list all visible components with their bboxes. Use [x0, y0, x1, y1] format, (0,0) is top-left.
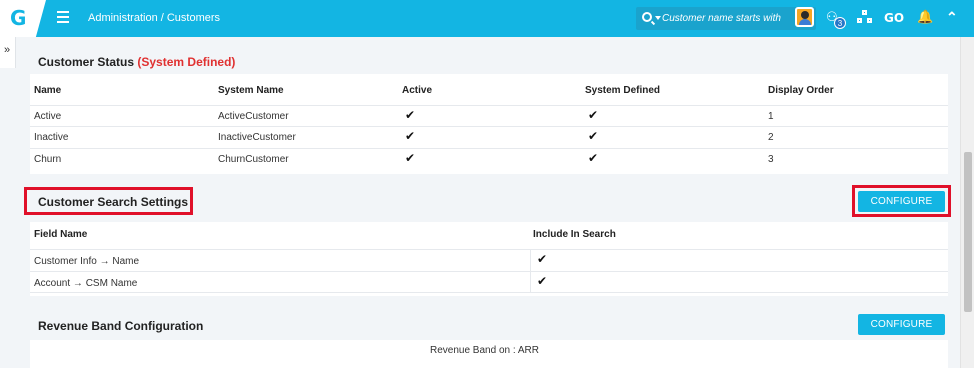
status-title-text: Customer Status [38, 55, 135, 69]
checkmark-icon: ✔ [405, 108, 416, 122]
column-header-display-order: Display Order [768, 85, 834, 96]
global-search[interactable] [636, 7, 816, 30]
column-header-system-name: System Name [218, 85, 284, 96]
app-logo[interactable]: G [0, 0, 46, 37]
cell-name: Active [34, 111, 62, 122]
bell-icon[interactable]: 🔔 [917, 9, 933, 25]
configure-search-button[interactable]: CONFIGURE [858, 191, 945, 212]
column-header-include-in-search: Include In Search [533, 229, 616, 240]
checkmark-icon: ✔ [405, 129, 416, 143]
go-icon[interactable]: GO [884, 11, 904, 25]
column-header-active: Active [402, 85, 433, 96]
checkmark-icon: ✔ [405, 151, 416, 165]
search-input[interactable] [662, 10, 792, 27]
checkmark-icon: ✔ [537, 274, 548, 288]
revenue-band-panel: Revenue Band on : ARR [30, 340, 948, 368]
cell-field-name: Customer Info → Name [34, 256, 140, 267]
checkmark-icon: ✔ [588, 108, 599, 122]
cell-field-name: Account → CSM Name [34, 278, 138, 289]
expand-icon[interactable]: » [4, 44, 10, 56]
avatar[interactable] [795, 7, 814, 27]
search-settings-table: Field Name Include In Search Customer In… [30, 222, 948, 296]
revenue-section-title: Revenue Band Configuration [38, 319, 204, 333]
sidebar-expand-toggle[interactable]: » [0, 37, 16, 68]
column-header-system-defined: System Defined [585, 85, 661, 96]
cell-system-name: ChurnCustomer [218, 154, 289, 165]
search-section-title: Customer Search Settings [38, 195, 189, 209]
org-chart-icon[interactable] [857, 10, 873, 24]
menu-icon[interactable] [57, 11, 69, 23]
checkmark-icon: ✔ [537, 252, 548, 266]
cell-name: Churn [34, 154, 62, 165]
cell-system-name: ActiveCustomer [218, 111, 289, 122]
search-icon[interactable] [642, 12, 652, 22]
cell-display-order: 2 [768, 132, 774, 143]
chevron-up-icon[interactable]: ⌃ [946, 9, 958, 26]
column-header-name: Name [34, 85, 62, 96]
notification-badge: 3 [834, 17, 846, 29]
breadcrumb: Administration / Customers [88, 12, 221, 24]
configure-revenue-button[interactable]: CONFIGURE [858, 314, 945, 335]
checkmark-icon: ✔ [588, 129, 599, 143]
cell-display-order: 3 [768, 154, 774, 165]
status-section-title: Customer Status (System Defined) [38, 55, 235, 69]
scrollbar[interactable] [960, 37, 974, 368]
top-bar: G Administration / Customers ⚇ 3 GO 🔔 ⌃ [0, 0, 974, 37]
column-header-field-name: Field Name [34, 229, 88, 240]
system-defined-label: (System Defined) [137, 55, 236, 69]
checkmark-icon: ✔ [588, 151, 599, 165]
revenue-band-text: Revenue Band on : ARR [430, 345, 539, 356]
chevron-down-icon[interactable] [655, 16, 661, 20]
cell-display-order: 1 [768, 111, 774, 122]
cell-system-name: InactiveCustomer [218, 132, 296, 143]
logo-letter: G [10, 6, 27, 30]
cell-name: Inactive [34, 132, 69, 143]
status-table: Name System Name Active System Defined D… [30, 74, 948, 174]
scroll-thumb[interactable] [964, 152, 972, 312]
